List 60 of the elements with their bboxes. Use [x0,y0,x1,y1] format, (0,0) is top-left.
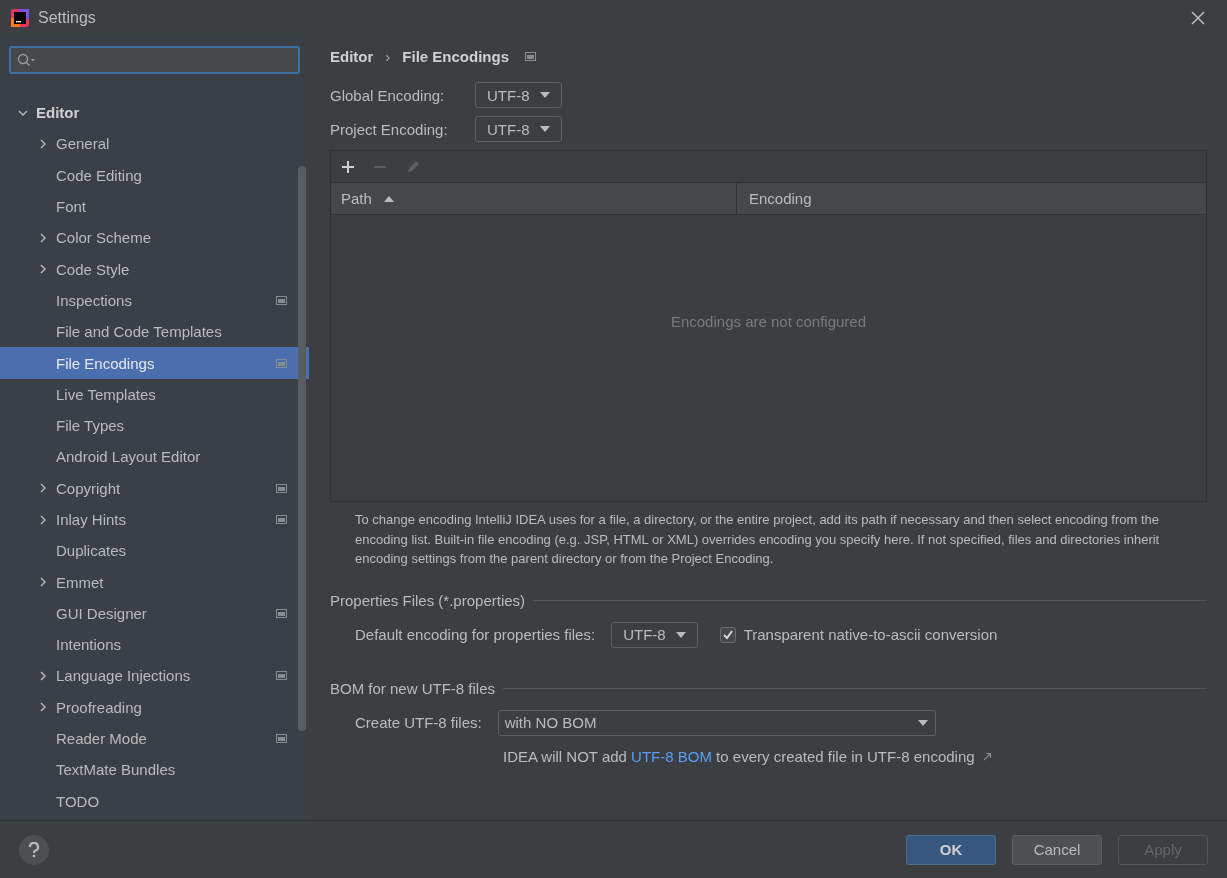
description-text: To change encoding IntelliJ IDEA uses for a file, a directory, or the entire project, add its path if necessary and then select encoding from the encoding list. Built-in file encoding (e.g. JSP, HTML or XML) overrides encoding you specify here. If not specified, files and directories inherit encoding settings from the parent directory or from the Project Encoding. [355,511,1161,568]
tree-item[interactable]: Proofreading [0,691,309,723]
checkbox-label[interactable]: Transparent native-to-ascii conversion [743,626,998,643]
tree-item[interactable]: Emmet [0,566,309,598]
tree-item[interactable]: Font [0,190,309,223]
breadcrumb-parent[interactable]: Editor [330,47,374,65]
tree-item[interactable]: TODO [0,785,309,817]
external-link-icon [982,751,992,761]
bom-link[interactable]: UTF-8 BOM [631,747,712,765]
tree-item[interactable]: Copyright [0,472,309,504]
scrollbar[interactable] [298,166,306,731]
tree-item[interactable]: TextMate Bundles [0,754,309,786]
field-label: Project Encoding: [330,120,449,138]
field-label: Create UTF-8 files: [355,714,482,731]
dialog-button[interactable]: Cancel [1012,834,1102,865]
column-header[interactable]: Path [331,183,737,214]
breadcrumb-separator: › [385,47,391,65]
dialog-button[interactable]: OK [906,834,996,865]
tree-item[interactable]: General [0,128,309,160]
tree-item[interactable]: Duplicates [0,535,309,567]
tree-item[interactable]: Inlay Hints [0,503,309,536]
field-label: Global Encoding: [330,86,446,104]
note-text: IDEA will NOT add UTF-8 BOM to every created file in UTF-8 encoding [503,747,975,765]
question-mark-icon [28,841,40,858]
tree-item[interactable]: Inspections [0,284,309,317]
window-title: Settings [38,9,97,27]
search-field[interactable] [9,46,300,74]
column-header[interactable]: Encoding [737,183,1206,214]
tree-item[interactable]: File Types [0,409,309,442]
close-icon[interactable] [1191,11,1205,25]
dropdown-arrow-icon [539,126,550,132]
field-label: Default encoding for properties files: [355,626,596,643]
dropdown-arrow-icon [539,92,550,98]
tree-item[interactable]: Code Editing [0,159,309,191]
tree-item[interactable]: GUI Designer [0,597,309,630]
section-title: BOM for new UTF-8 files [330,679,496,697]
help-button[interactable] [19,834,49,865]
tree-item[interactable]: File and Code Templates [0,316,309,348]
tree-item[interactable]: Android Layout Editor [0,441,309,473]
add-icon[interactable] [341,159,355,174]
encoding-dropdown[interactable]: UTF-8 [475,116,562,142]
section-title: Properties Files (*.properties) [330,591,526,609]
tree-item[interactable]: Reader Mode [0,722,309,755]
dropdown-arrow-icon [917,719,928,726]
search-icon [17,53,37,67]
checkbox[interactable] [719,626,736,643]
bom-dropdown[interactable]: with NO BOM [497,709,936,736]
encoding-dropdown[interactable]: UTF-8 [475,82,562,108]
tree-item[interactable]: Live Templates [0,378,309,410]
tree-item[interactable]: Editor [0,97,309,129]
dropdown-arrow-icon [675,631,686,638]
breadcrumb-current: File Encodings [402,47,510,65]
app-logo-icon [10,8,30,28]
encoding-dropdown[interactable]: UTF-8 [611,621,698,648]
tree-item[interactable]: Color Scheme [0,222,309,254]
empty-table-message: Encodings are not configured [670,312,867,330]
tree-item[interactable]: Intentions [0,629,309,661]
tree-item[interactable]: File Encodings [0,347,309,379]
tree-item[interactable]: Code Style [0,253,309,285]
tree-item[interactable]: Language Injections [0,660,309,692]
